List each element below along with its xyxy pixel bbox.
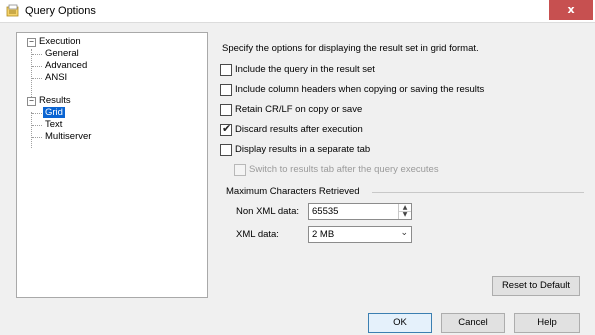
xml-data-label: XML data: — [236, 229, 279, 240]
tree-node-ansi[interactable]: ANSI — [45, 72, 67, 83]
tree-guide — [32, 125, 42, 126]
chevron-down-icon: ⌄ — [400, 228, 408, 238]
checkbox[interactable] — [220, 104, 232, 116]
close-button[interactable]: x — [549, 0, 593, 20]
group-divider — [372, 192, 584, 193]
tree-node-multiserver[interactable]: Multiserver — [45, 131, 91, 142]
non-xml-data-label: Non XML data: — [236, 206, 300, 217]
check-icon: ✔ — [222, 122, 232, 135]
tree-guide — [32, 54, 42, 55]
tree-guide — [32, 78, 42, 79]
group-label-max-chars: Maximum Characters Retrieved — [226, 186, 360, 197]
checkbox[interactable] — [220, 64, 232, 76]
chevron-down-icon[interactable]: ▼ — [399, 211, 411, 218]
collapse-icon[interactable]: − — [27, 38, 36, 47]
tree-guide — [32, 137, 42, 138]
option-label: Discard results after execution — [235, 124, 363, 135]
option-label: Display results in a separate tab — [235, 144, 371, 155]
collapse-icon[interactable]: − — [27, 97, 36, 106]
tree-guide — [32, 66, 42, 67]
title-bar: Query Options x — [0, 0, 595, 23]
xml-data-value: 2 MB — [312, 229, 335, 240]
cancel-button[interactable]: Cancel — [441, 313, 505, 333]
non-xml-data-value: 65535 — [312, 206, 339, 217]
panel-description: Specify the options for displaying the r… — [222, 43, 479, 54]
tree-guide — [31, 49, 32, 101]
xml-data-select[interactable]: 2 MB ⌄ — [308, 226, 412, 243]
tree-node-advanced[interactable]: Advanced — [45, 60, 87, 71]
ok-button[interactable]: OK — [368, 313, 432, 333]
tree-node-general[interactable]: General — [45, 48, 79, 59]
window-title: Query Options — [25, 5, 96, 17]
option-label: Retain CR/LF on copy or save — [235, 104, 363, 115]
tree-node-grid[interactable]: Grid — [43, 107, 65, 118]
checkbox-disabled[interactable] — [234, 164, 246, 176]
checkbox-checked[interactable]: ✔ — [220, 122, 232, 136]
checkbox[interactable] — [220, 84, 232, 96]
option-label: Include the query in the result set — [235, 64, 375, 75]
tree-node-text[interactable]: Text — [45, 119, 62, 130]
option-label: Include column headers when copying or s… — [235, 84, 485, 95]
tree-guide — [32, 113, 42, 114]
tree-node-results[interactable]: Results — [39, 95, 71, 106]
reset-to-default-button[interactable]: Reset to Default — [492, 276, 580, 296]
tree-node-execution[interactable]: Execution — [39, 36, 81, 47]
query-options-icon — [6, 4, 19, 17]
spin-buttons[interactable]: ▲ ▼ — [398, 204, 411, 219]
option-label: Switch to results tab after the query ex… — [249, 164, 439, 175]
checkbox[interactable] — [220, 144, 232, 156]
non-xml-data-spinbox[interactable]: 65535 ▲ ▼ — [308, 203, 412, 220]
options-tree: − Execution General Advanced ANSI − Resu… — [16, 32, 208, 298]
help-button[interactable]: Help — [514, 313, 580, 333]
tree-guide — [31, 112, 32, 148]
